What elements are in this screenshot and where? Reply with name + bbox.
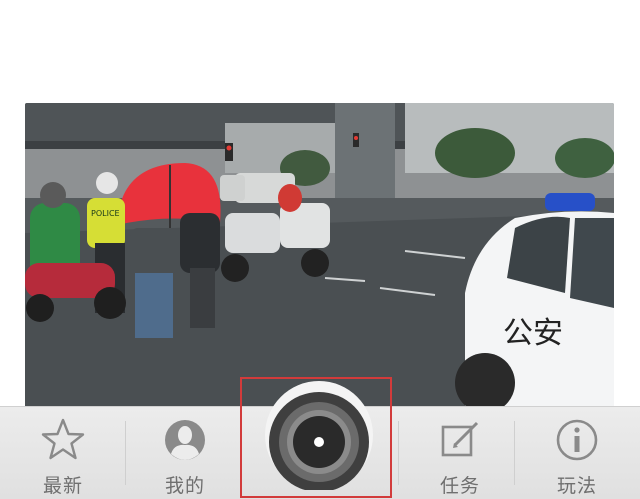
info-icon [556,419,598,461]
camera-shutter-button[interactable] [264,380,374,490]
tab-latest-label: 最新 [42,475,83,497]
star-icon [41,418,85,460]
street-scene-image: 公安 POLICE [25,103,614,413]
camera-shutter-icon [265,381,373,490]
tab-tasks[interactable]: 任务 [405,407,515,499]
tab-divider [398,421,399,485]
tab-mine[interactable]: 我的 [130,407,240,499]
photo-preview: 公安 POLICE [25,103,614,413]
tab-divider [514,421,515,485]
tab-play-label: 玩法 [556,475,597,497]
edit-icon [441,421,479,457]
police-car-lettering: 公安 [503,316,563,351]
profile-icon [165,420,205,460]
tab-mine-label: 我的 [164,475,205,497]
police-vest-lettering: POLICE [91,209,120,218]
tab-latest[interactable]: 最新 [8,407,118,499]
tab-tasks-label: 任务 [439,475,480,497]
tab-divider [125,421,126,485]
tab-play[interactable]: 玩法 [522,407,632,499]
